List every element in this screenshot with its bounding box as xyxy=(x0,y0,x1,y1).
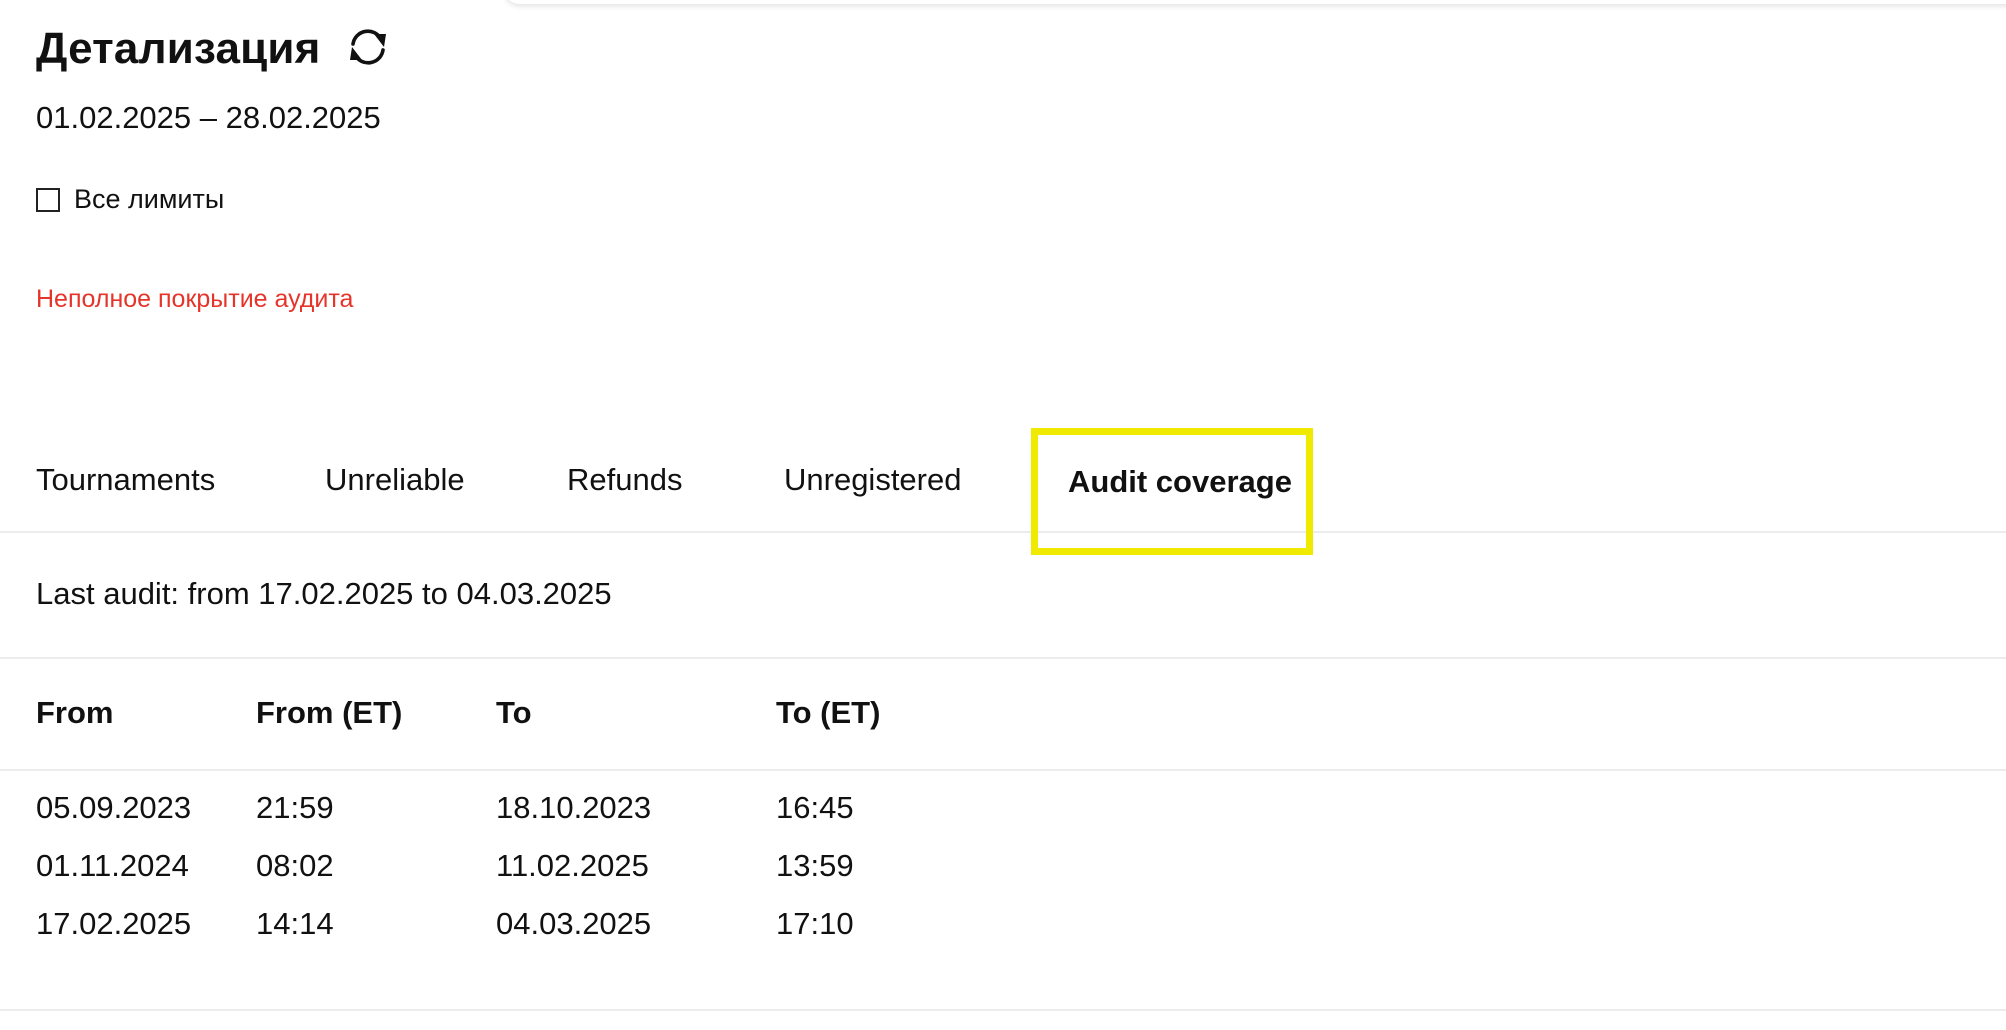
tab-unreliable[interactable]: Unreliable xyxy=(325,462,465,498)
column-header-to-et: To (ET) xyxy=(776,695,881,730)
cell-from: 01.11.2024 xyxy=(36,848,189,883)
all-limits-checkbox[interactable] xyxy=(36,187,60,212)
cell-to: 04.03.2025 xyxy=(496,906,652,941)
divider xyxy=(0,657,2006,659)
cell-from-et: 14:14 xyxy=(256,906,334,941)
cell-to-et: 17:10 xyxy=(776,906,854,941)
cell-to-et: 13:59 xyxy=(776,848,854,883)
all-limits-label: Все лимиты xyxy=(74,184,225,214)
page-header: Детализация xyxy=(36,14,395,84)
table-row: 17.02.2025 14:14 04.03.2025 17:10 xyxy=(0,906,2006,964)
tab-refunds[interactable]: Refunds xyxy=(567,462,682,498)
column-header-from: From xyxy=(36,695,114,730)
all-limits-toggle[interactable]: Все лимиты xyxy=(36,184,224,215)
tab-tournaments[interactable]: Tournaments xyxy=(36,462,215,498)
cell-to-et: 16:45 xyxy=(776,790,854,825)
refresh-icon xyxy=(343,22,393,77)
table-row: 05.09.2023 21:59 18.10.2023 16:45 xyxy=(0,790,2006,848)
refresh-button[interactable] xyxy=(341,22,395,76)
date-range: 01.02.2025 – 28.02.2025 xyxy=(36,100,381,135)
coverage-table-body: 05.09.2023 21:59 18.10.2023 16:45 01.11.… xyxy=(0,790,2006,964)
divider xyxy=(0,1009,2006,1011)
table-header: From From (ET) To To (ET) xyxy=(0,695,2006,735)
top-panel-edge xyxy=(505,0,2006,4)
table-row: 01.11.2024 08:02 11.02.2025 13:59 xyxy=(0,848,2006,906)
cell-from-et: 21:59 xyxy=(256,790,334,825)
cell-to: 11.02.2025 xyxy=(496,848,649,883)
last-audit-text: Last audit: from 17.02.2025 to 04.03.202… xyxy=(36,576,612,611)
column-header-from-et: From (ET) xyxy=(256,695,403,730)
divider xyxy=(0,769,2006,771)
cell-from-et: 08:02 xyxy=(256,848,334,883)
cell-to: 18.10.2023 xyxy=(496,790,652,825)
cell-from: 05.09.2023 xyxy=(36,790,192,825)
column-header-to: To xyxy=(496,695,532,730)
tab-bar: Tournaments Unreliable Refunds Unregiste… xyxy=(0,425,2006,555)
tab-unregistered[interactable]: Unregistered xyxy=(784,462,961,498)
cell-from: 17.02.2025 xyxy=(36,906,192,941)
page-title: Детализация xyxy=(36,24,321,73)
audit-coverage-warning: Неполное покрытие аудита xyxy=(36,285,354,313)
tab-audit-coverage[interactable]: Audit coverage xyxy=(1068,464,1292,500)
